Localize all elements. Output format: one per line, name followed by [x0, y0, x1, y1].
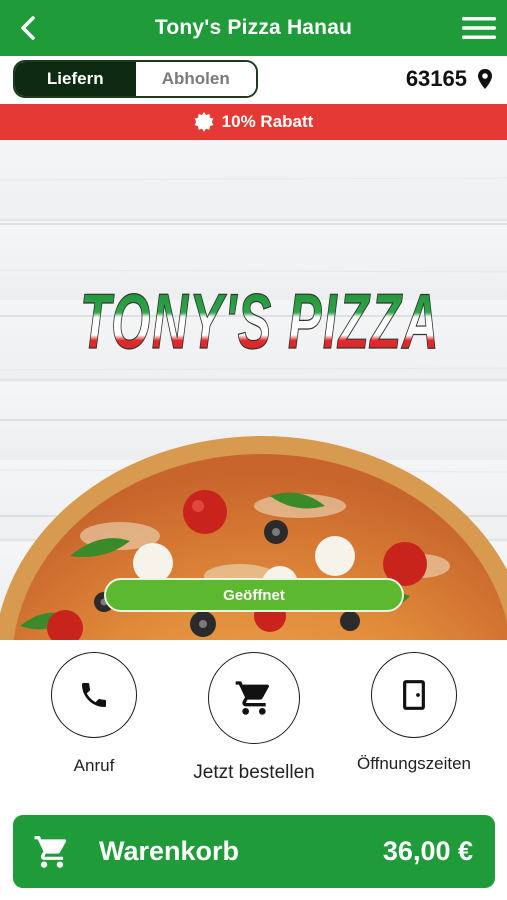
- order-label: Jetzt bestellen: [193, 762, 315, 783]
- badge-icon: [194, 112, 214, 132]
- logo-lettering: TONY'S PIZZA: [80, 277, 440, 365]
- call-button[interactable]: [51, 652, 137, 738]
- quick-actions: Anruf Jetzt bestellen Öffnungszeiten: [0, 640, 507, 800]
- order-button[interactable]: [208, 652, 300, 744]
- cart-label: Warenkorb: [99, 836, 240, 866]
- page-title: Tony's Pizza Hanau: [154, 16, 353, 39]
- call-label: Anruf: [73, 756, 115, 775]
- order-action[interactable]: [208, 652, 300, 744]
- back-button[interactable]: [10, 10, 46, 46]
- cart-total: 36,00 €: [382, 836, 473, 866]
- discount-text: 10% Rabatt: [221, 112, 314, 131]
- menu-button[interactable]: [459, 10, 499, 46]
- door-icon: [403, 680, 425, 710]
- cart-button[interactable]: Warenkorb 36,00 €: [13, 815, 495, 888]
- cart-icon: [235, 681, 269, 715]
- pickup-tab[interactable]: Abholen: [135, 62, 256, 96]
- restaurant-hero-image: TONY'S PIZZA Geöffnet: [0, 140, 507, 640]
- location-pin-icon: [478, 69, 492, 89]
- opening-hours-button[interactable]: [371, 652, 457, 738]
- deliver-tab[interactable]: Liefern: [15, 62, 136, 96]
- app-header: Tony's Pizza Hanau: [0, 0, 507, 56]
- call-action[interactable]: Anruf: [50, 652, 138, 776]
- hamburger-icon: [462, 17, 496, 39]
- opening-hours-action[interactable]: [370, 652, 458, 738]
- order-mode-toggle: Liefern Abholen: [13, 60, 258, 98]
- opening-hours-label: Öffnungszeiten: [356, 754, 472, 773]
- order-mode-bar: Liefern Abholen 63165: [0, 56, 507, 104]
- open-status-button[interactable]: Geöffnet: [104, 578, 404, 612]
- chevron-left-icon: [21, 16, 35, 40]
- postal-code: 63165: [405, 66, 467, 91]
- discount-banner: 10% Rabatt: [0, 104, 507, 140]
- phone-icon: [82, 683, 106, 707]
- cart-icon: [34, 836, 67, 868]
- restaurant-logo: TONY'S PIZZA: [79, 276, 440, 365]
- location-selector[interactable]: 63165: [406, 62, 493, 96]
